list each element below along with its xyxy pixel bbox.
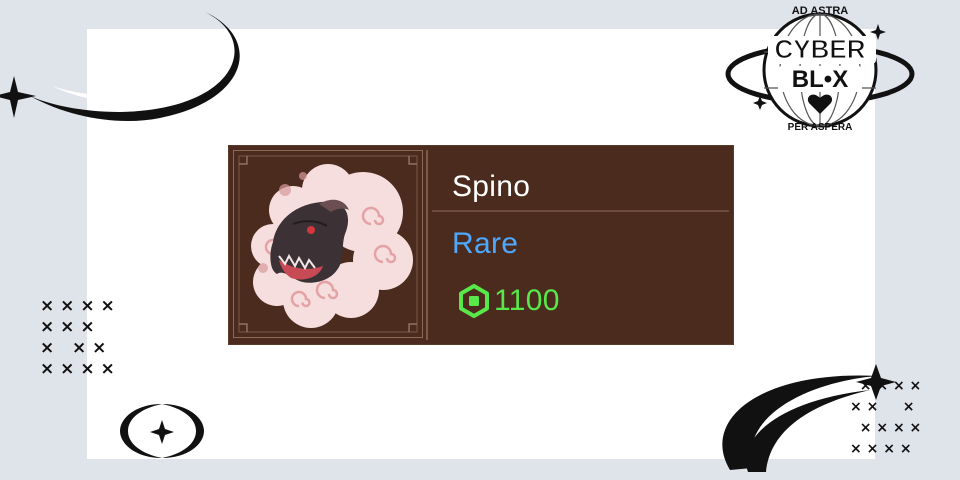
cyber-blox-logo: AD ASTRA CYBER BL•X PER ASPERA bbox=[725, 5, 915, 132]
logo-top-text: AD ASTRA bbox=[792, 5, 848, 17]
item-name: Spino bbox=[452, 170, 531, 203]
item-rarity: Rare bbox=[452, 227, 519, 260]
spino-portrait-image bbox=[233, 150, 423, 338]
logo-bottom-text: PER ASPERA bbox=[788, 122, 853, 132]
item-card[interactable]: Spino Rare 1100 bbox=[229, 146, 733, 344]
card-divider-horizontal bbox=[432, 210, 729, 212]
item-price-row: 1100 bbox=[457, 283, 560, 319]
logo-word-cyber: CYBER bbox=[774, 34, 865, 64]
x-pattern-decoration-left: × × × × × × × × × × × × × × bbox=[40, 296, 115, 379]
logo-word-blox: BL•X bbox=[792, 66, 848, 93]
item-price: 1100 bbox=[494, 284, 560, 317]
sparkle-icon bbox=[150, 420, 174, 444]
card-divider-vertical bbox=[426, 150, 428, 340]
x-pattern-decoration-right: × × × × × × × × × × × × × × × bbox=[850, 378, 922, 457]
orbit-sparkle-decoration bbox=[120, 404, 204, 458]
robux-icon bbox=[459, 284, 489, 318]
sparkle-icon bbox=[0, 76, 36, 118]
swoosh-decoration-top-left bbox=[0, 12, 240, 122]
